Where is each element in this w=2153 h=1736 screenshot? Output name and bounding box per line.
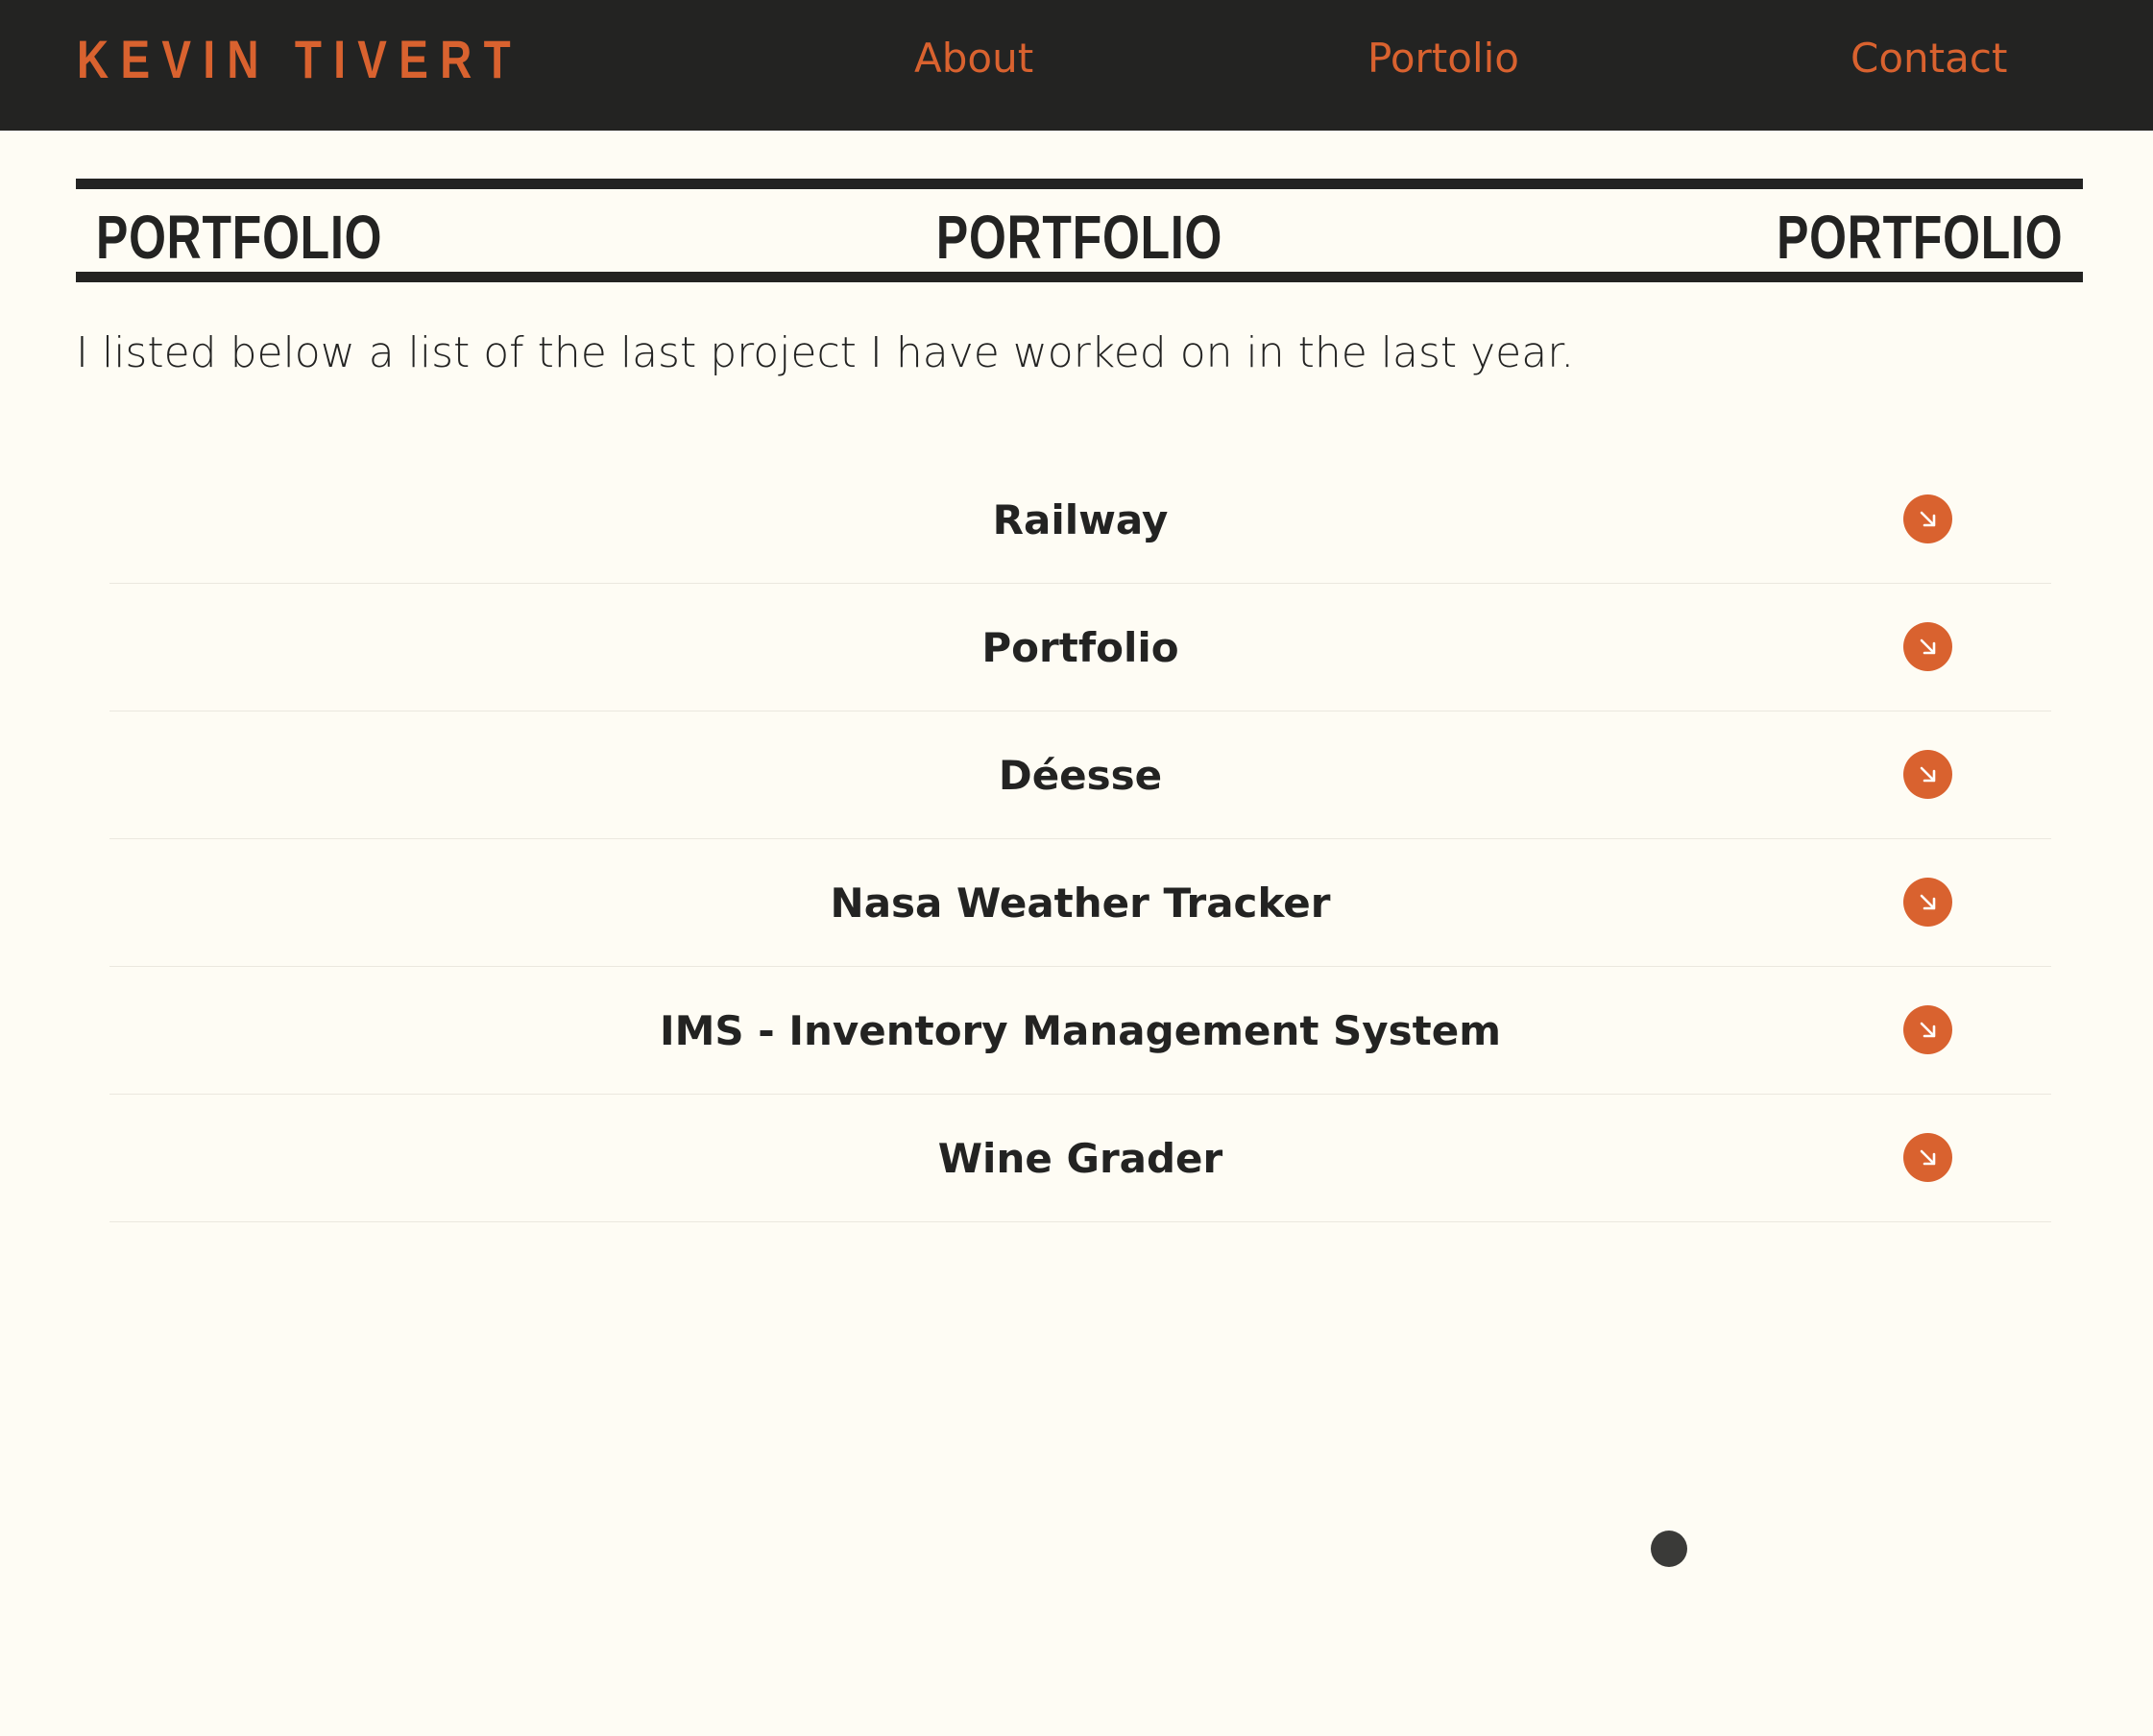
arrow-down-right-icon[interactable] [1903, 750, 1952, 799]
arrow-down-right-icon[interactable] [1903, 622, 1952, 671]
intro-text: I listed below a list of the last projec… [76, 328, 1575, 377]
nav-link-contact[interactable]: Contact [1851, 38, 2007, 79]
custom-cursor-dot [1651, 1531, 1687, 1567]
project-row[interactable]: Portfolio [109, 584, 2051, 711]
arrow-down-right-icon[interactable] [1903, 1005, 1952, 1054]
banner-word: PORTFOLIO [1776, 203, 2063, 272]
project-name: IMS - Inventory Management System [659, 1007, 1501, 1054]
banner-word: PORTFOLIO [96, 203, 383, 272]
nav-link-portfolio[interactable]: Portolio [1367, 38, 1519, 79]
arrow-down-right-icon[interactable] [1903, 1133, 1952, 1182]
project-name: Portfolio [981, 624, 1179, 671]
banner-word: PORTFOLIO [935, 203, 1223, 272]
site-header: KEVIN TIVERT About Portolio Contact [0, 0, 2153, 131]
project-row[interactable]: Déesse [109, 711, 2051, 839]
project-row[interactable]: Nasa Weather Tracker [109, 839, 2051, 967]
project-row[interactable]: Railway [109, 456, 2051, 584]
project-name: Déesse [998, 752, 1163, 799]
project-name: Railway [992, 496, 1169, 543]
nav-link-about[interactable]: About [914, 38, 1033, 79]
project-list: Railway Portfolio Déesse Nasa Weather Tr… [109, 456, 2051, 1222]
page: KEVIN TIVERT About Portolio Contact PORT… [0, 0, 2153, 1736]
portfolio-banner: PORTFOLIO PORTFOLIO PORTFOLIO [76, 179, 2083, 282]
arrow-down-right-icon[interactable] [1903, 494, 1952, 543]
project-row[interactable]: Wine Grader [109, 1095, 2051, 1222]
brand-logo[interactable]: KEVIN TIVERT [77, 33, 522, 86]
project-name: Nasa Weather Tracker [830, 880, 1331, 927]
project-row[interactable]: IMS - Inventory Management System [109, 967, 2051, 1095]
project-name: Wine Grader [937, 1135, 1223, 1182]
arrow-down-right-icon[interactable] [1903, 878, 1952, 927]
